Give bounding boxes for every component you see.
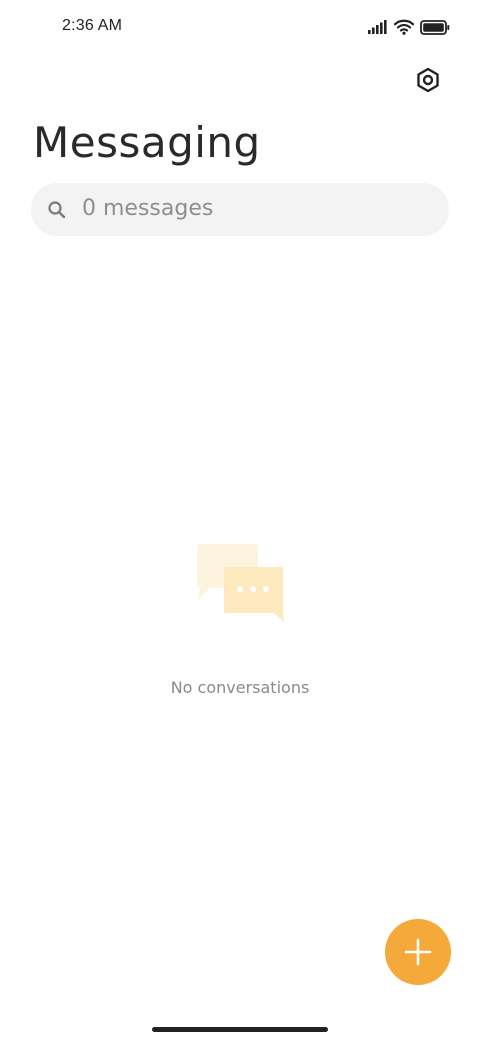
wifi-icon: [394, 19, 414, 35]
settings-button[interactable]: [410, 62, 446, 98]
status-bar: 2:36 AM: [0, 0, 480, 54]
home-indicator[interactable]: [152, 1027, 328, 1032]
status-icons: [368, 17, 450, 37]
search-input[interactable]: 0 messages: [82, 196, 213, 221]
settings-icon: [417, 67, 439, 93]
search-bar[interactable]: 0 messages: [31, 183, 449, 236]
page-title: Messaging: [33, 118, 261, 167]
messaging-screen: 2:36 AM Messaging 0 messages No conversa…: [0, 0, 480, 1040]
signal-icon: [368, 20, 387, 34]
new-conversation-button[interactable]: [385, 919, 451, 985]
status-time: 2:36 AM: [62, 17, 123, 34]
plus-icon: [404, 938, 432, 966]
battery-icon: [420, 19, 450, 35]
search-icon: [48, 201, 66, 219]
empty-state-message: No conversations: [170, 678, 310, 697]
chat-bubbles-icon: [197, 544, 284, 622]
